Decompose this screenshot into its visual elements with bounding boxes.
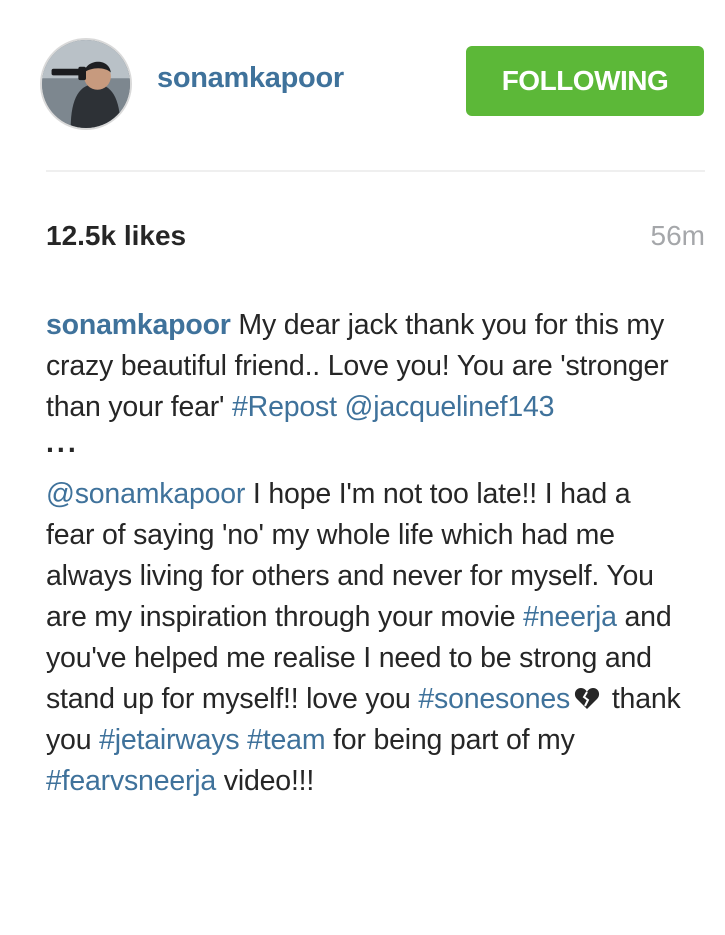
header-divider [46,170,705,172]
hashtag-repost[interactable]: #Repost [232,391,337,423]
post-timestamp: 56m [650,220,705,251]
caption-text: for being part of my [325,724,575,756]
hashtag-neerja[interactable]: #neerja [523,601,617,633]
post-header: sonamkapoor FOLLOWING [0,0,725,170]
hashtag-sonesones[interactable]: #sonesones [418,683,570,715]
caption-space [337,391,345,423]
caption-space [239,724,247,756]
hashtag-fearvsneerja[interactable]: #fearvsneerja [46,765,216,797]
hashtag-team[interactable]: #team [247,724,325,756]
caption-paragraph-2: @sonamkapoor I hope I'm not too late!! I… [46,474,686,802]
avatar-photo [42,40,130,128]
caption-paragraph-1: sonamkapoor My dear jack thank you for t… [46,305,686,428]
broken-heart-icon [575,688,600,709]
likes-count[interactable]: 12.5k likes [46,220,186,252]
caption-author-link[interactable]: sonamkapoor [46,309,231,341]
avatar[interactable] [40,38,132,130]
post-caption: sonamkapoor My dear jack thank you for t… [46,305,686,802]
mention-jacquelinef143[interactable]: @jacquelinef143 [345,391,555,423]
mention-sonamkapoor[interactable]: @sonamkapoor [46,478,245,510]
caption-gap [46,458,686,474]
hashtag-jetairways[interactable]: #jetairways [99,724,240,756]
post-username[interactable]: sonamkapoor [157,62,344,95]
caption-ellipsis: ... [46,427,79,459]
following-button[interactable]: FOLLOWING [466,46,704,116]
caption-text: video!!! [216,765,315,797]
